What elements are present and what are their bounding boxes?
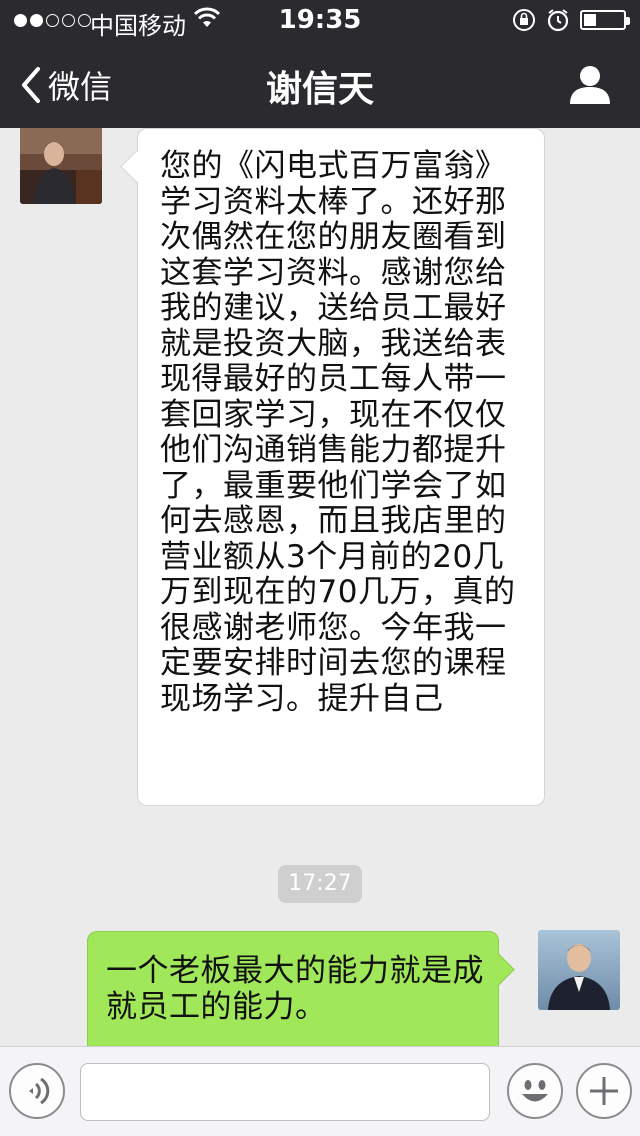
plus-icon	[590, 1077, 618, 1105]
battery-icon	[580, 10, 630, 30]
smiley-icon	[522, 1080, 548, 1102]
voice-icon	[29, 1077, 50, 1105]
incoming-message-text: 您的《闪电式百万富翁》学习资料太棒了。还好那次偶然在您的朋友圈看到这套学习资料。…	[160, 148, 516, 717]
alarm-icon	[547, 9, 569, 32]
contact-avatar[interactable]	[20, 128, 102, 204]
emoji-button[interactable]	[507, 1063, 563, 1119]
timestamp-chip: 17:27	[278, 865, 362, 903]
message-input[interactable]	[80, 1063, 490, 1121]
person-icon[interactable]	[568, 64, 612, 104]
rotation-lock-icon	[513, 9, 535, 31]
my-avatar[interactable]	[538, 930, 620, 1010]
nav-bar: 微信 谢信天	[0, 40, 640, 128]
outgoing-message-bubble[interactable]: 一个老板最大的能力就是成就员工的能力。	[87, 931, 499, 1046]
status-bar: 中国移动 19:35	[0, 0, 640, 40]
incoming-message-bubble[interactable]: 您的《闪电式百万富翁》学习资料太棒了。还好那次偶然在您的朋友圈看到这套学习资料。…	[137, 128, 545, 806]
outgoing-message-text: 一个老板最大的能力就是成就员工的能力。	[106, 953, 484, 1025]
chat-title: 谢信天	[265, 69, 374, 110]
header: 中国移动 19:35 微信 谢信天	[0, 0, 640, 128]
voice-button[interactable]	[9, 1063, 65, 1119]
input-bar	[0, 1046, 640, 1136]
chat-area[interactable]: 您的《闪电式百万富翁》学习资料太棒了。还好那次偶然在您的朋友圈看到这套学习资料。…	[0, 128, 640, 1046]
status-time: 19:35	[278, 5, 362, 35]
more-button[interactable]	[576, 1063, 632, 1119]
